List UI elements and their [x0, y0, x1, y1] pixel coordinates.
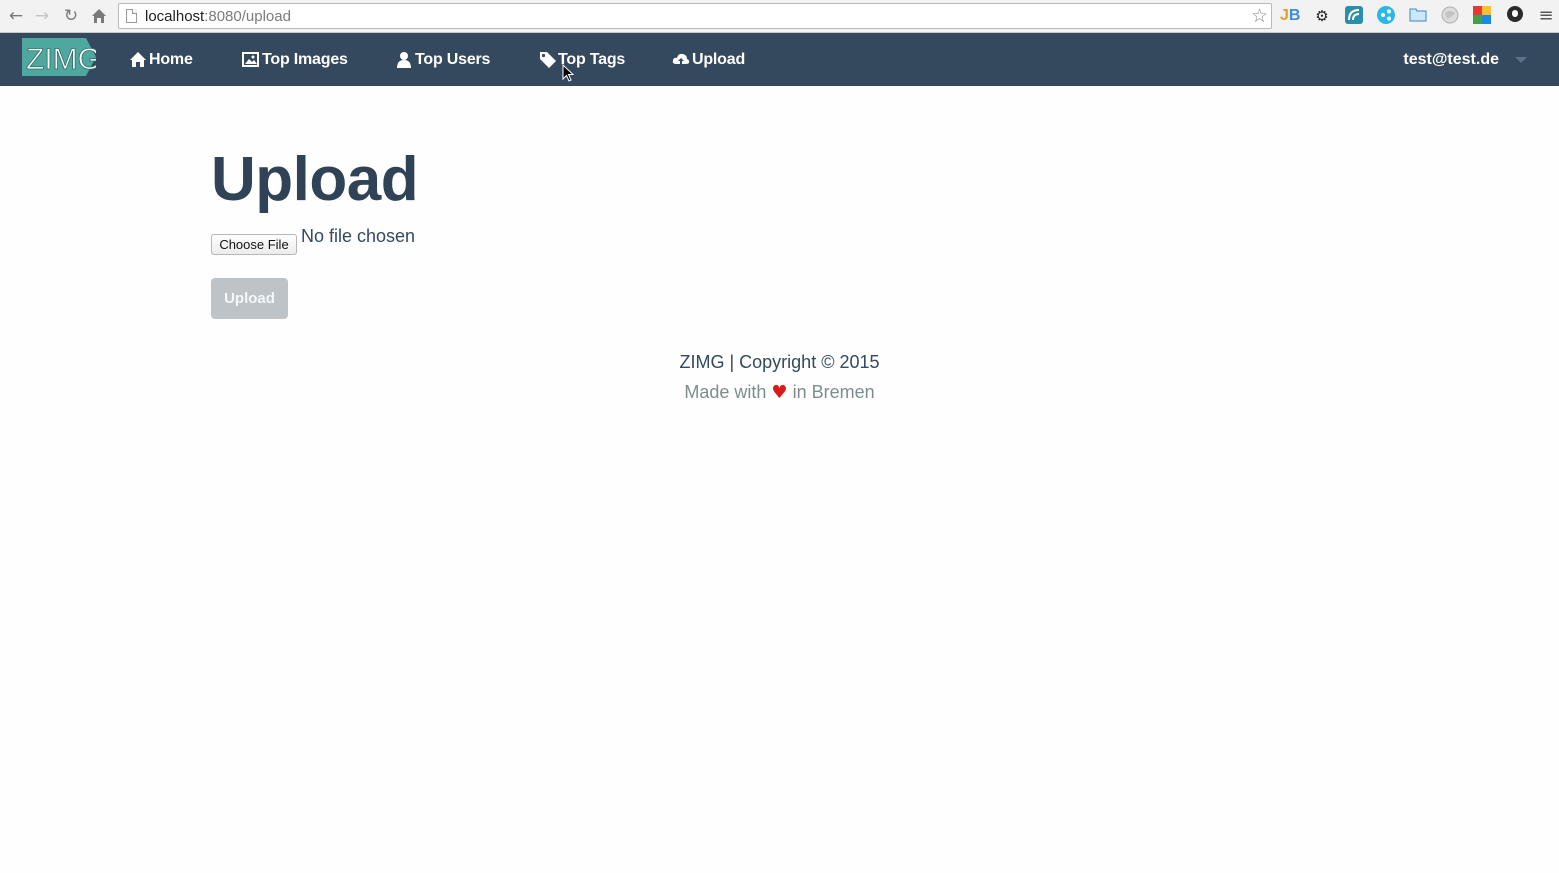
bookmark-star-icon[interactable]: ☆ [1251, 5, 1268, 27]
navbar: ZIMG Home Top Images Top Users Top Tags … [0, 33, 1559, 86]
page-title: Upload [211, 145, 419, 214]
address-bar[interactable]: localhost:8080/upload ☆ [118, 3, 1272, 29]
ghost-icon[interactable] [1505, 6, 1525, 26]
share-icon[interactable] [1376, 6, 1396, 26]
gear-icon[interactable]: ⚙ [1312, 6, 1332, 26]
brand-text: ZIMG [26, 43, 96, 76]
cloud-upload-icon [672, 53, 690, 67]
location-text: in Bremen [792, 382, 875, 402]
file-status-text: No file chosen [301, 226, 416, 246]
extension-icon[interactable] [1344, 6, 1364, 26]
user-menu[interactable]: test@test.de [1403, 33, 1499, 86]
globe-icon[interactable] [1440, 6, 1460, 26]
footer-made-with: Made with ♥ in Bremen [0, 382, 1559, 403]
jetbrains-icon[interactable]: JB [1280, 6, 1300, 26]
chevron-down-icon[interactable] [1515, 57, 1527, 63]
tags-icon [540, 52, 556, 68]
nav-home[interactable]: Home [129, 33, 193, 86]
footer-copyright: ZIMG | Copyright © 2015 [679, 352, 880, 372]
made-with-text: Made with [684, 382, 767, 402]
folder-icon[interactable] [1408, 6, 1428, 26]
grid-icon[interactable] [1472, 6, 1492, 26]
image-icon [242, 52, 259, 67]
home-icon[interactable] [88, 5, 110, 27]
reload-icon[interactable]: ↻ [60, 5, 82, 27]
nav-home-label: Home [149, 50, 193, 68]
choose-file-button[interactable]: Choose File [211, 234, 297, 255]
brand-logo[interactable]: ZIMG [22, 38, 101, 76]
home-icon [130, 52, 146, 67]
nav-top-images[interactable]: Top Images [242, 33, 348, 86]
forward-icon[interactable]: → [31, 5, 53, 27]
url-text: localhost:8080/upload [145, 8, 291, 25]
mouse-cursor-icon [562, 64, 574, 82]
user-email: test@test.de [1403, 50, 1499, 68]
upload-button[interactable]: Upload [211, 278, 288, 319]
nav-top-tags[interactable]: Top Tags [538, 33, 625, 86]
menu-icon[interactable]: ≡ [1536, 6, 1556, 26]
user-icon [397, 52, 411, 68]
nav-upload-label: Upload [692, 50, 746, 68]
nav-upload[interactable]: Upload [672, 33, 745, 86]
page-icon [126, 9, 137, 23]
browser-toolbar: ← → ↻ localhost:8080/upload ☆ JB ⚙ ≡ [0, 0, 1559, 33]
nav-top-users[interactable]: Top Users [395, 33, 490, 86]
nav-top-users-label: Top Users [415, 50, 491, 68]
nav-top-images-label: Top Images [262, 50, 348, 68]
heart-icon: ♥ [771, 382, 788, 403]
back-icon[interactable]: ← [5, 5, 27, 27]
